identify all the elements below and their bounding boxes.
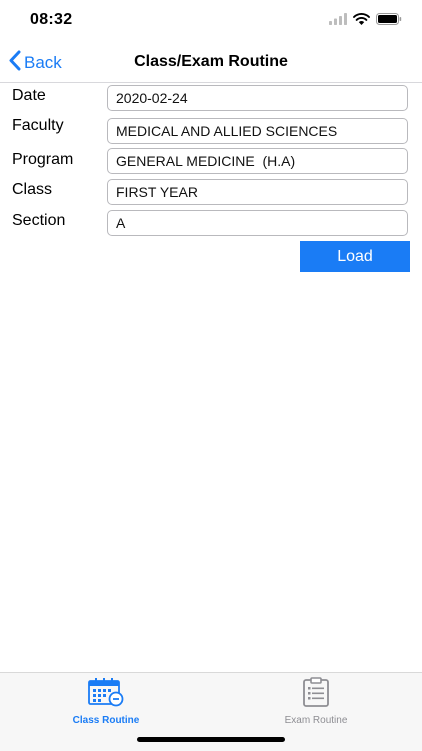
navigation-bar: Back Class/Exam Routine [0, 44, 422, 83]
chevron-left-icon [8, 50, 21, 76]
faculty-row: Faculty [0, 117, 422, 146]
tab-exam-routine[interactable]: Exam Routine [246, 677, 386, 726]
back-button[interactable]: Back [8, 48, 62, 78]
faculty-label: Faculty [12, 117, 64, 134]
wifi-icon [353, 12, 370, 30]
section-row: Section [0, 210, 422, 238]
class-row: Class [0, 179, 422, 207]
tab-exam-routine-label: Exam Routine [284, 715, 348, 726]
date-field[interactable] [107, 85, 408, 111]
program-row: Program [0, 148, 422, 176]
faculty-field[interactable] [107, 118, 408, 144]
home-indicator [137, 737, 285, 742]
battery-icon [376, 12, 402, 30]
tab-class-routine[interactable]: Class Routine [36, 677, 176, 726]
date-row: Date [0, 85, 422, 113]
status-bar: 08:32 [0, 0, 422, 44]
signal-icon [329, 12, 347, 30]
status-icons [329, 12, 402, 30]
program-field[interactable] [107, 148, 408, 174]
class-field[interactable] [107, 179, 408, 205]
section-label: Section [12, 212, 66, 229]
clipboard-icon [301, 677, 331, 712]
program-label: Program [12, 151, 74, 168]
load-button[interactable]: Load [300, 241, 410, 272]
date-label: Date [12, 87, 46, 104]
back-label: Back [24, 53, 62, 72]
section-field[interactable] [107, 210, 408, 236]
page-title: Class/Exam Routine [134, 53, 288, 70]
class-label: Class [12, 181, 53, 198]
status-time: 08:32 [30, 11, 73, 28]
tab-class-routine-label: Class Routine [72, 715, 140, 726]
calendar-icon [87, 677, 125, 712]
